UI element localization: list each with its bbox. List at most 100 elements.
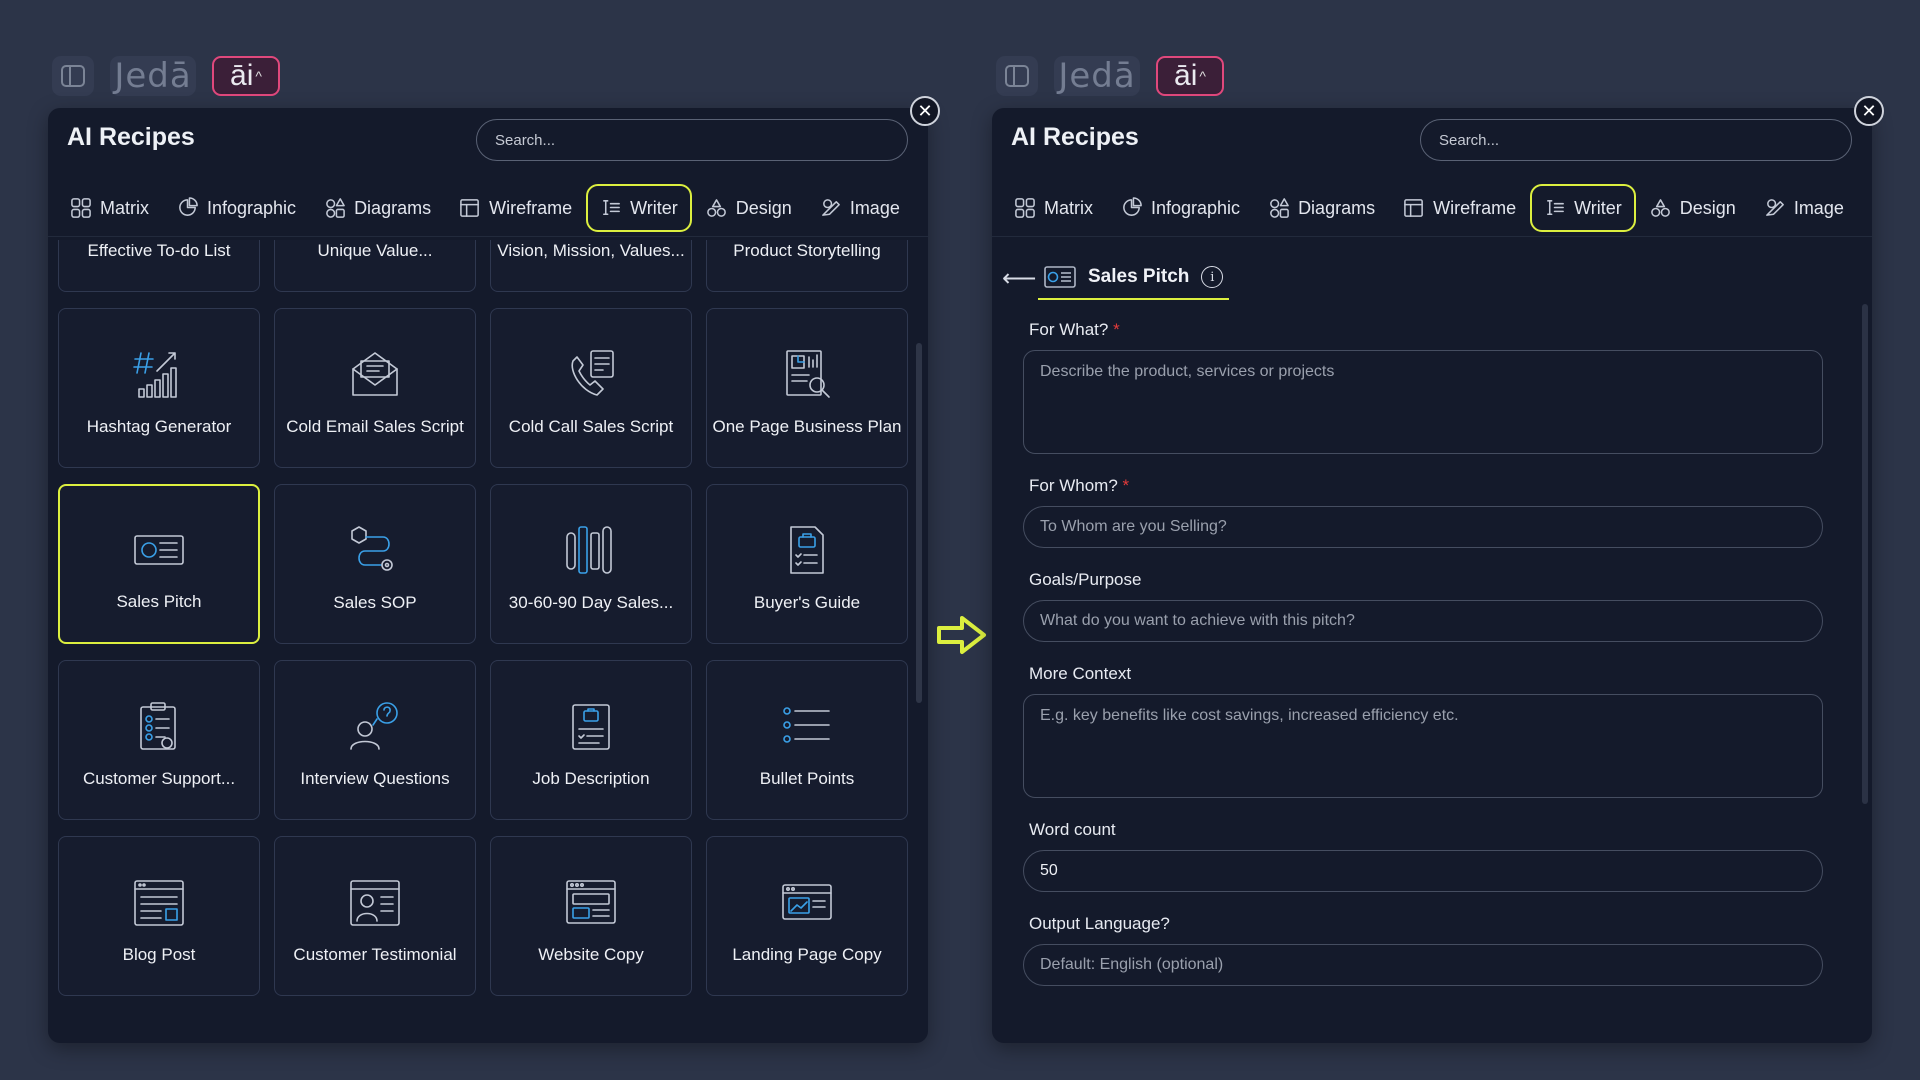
info-icon[interactable]: i xyxy=(1201,266,1224,288)
tab-label: Wireframe xyxy=(1433,197,1517,218)
recipe-label: Customer Support... xyxy=(82,769,236,788)
field-label: For Whom? * xyxy=(1029,476,1130,495)
for-whom-input[interactable]: To Whom are you Selling? xyxy=(1023,506,1823,548)
recipe-card[interactable]: One Page Business Plan xyxy=(706,308,908,468)
chevron-up-icon: ^ xyxy=(255,68,262,84)
recipe-card[interactable]: Landing Page Copy xyxy=(706,836,908,996)
field-label: Output Language? xyxy=(1029,914,1170,933)
for-what-input[interactable]: Describe the product, services or projec… xyxy=(1023,350,1823,454)
writer-icon xyxy=(1547,200,1565,215)
recipe-label: 30-60-90 Day Sales... xyxy=(508,593,674,612)
tab-label: Matrix xyxy=(100,197,149,218)
recipe-card[interactable]: Job Description xyxy=(490,660,692,820)
tab-infographic[interactable]: Infographic xyxy=(163,184,310,232)
recipe-label: Interview Questions xyxy=(300,769,450,788)
tab-matrix[interactable]: Matrix xyxy=(1000,184,1107,232)
scrollbar[interactable] xyxy=(916,343,922,703)
recipe-card[interactable]: Effective To-do List xyxy=(58,240,260,292)
sales-sop-icon xyxy=(351,526,393,571)
panel-title: AI Recipes xyxy=(67,123,195,151)
required-marker: * xyxy=(1122,476,1130,495)
search-input[interactable]: Search... xyxy=(1420,119,1852,161)
recipe-label: One Page Business Plan xyxy=(712,417,902,436)
sidebar-toggle-button[interactable] xyxy=(996,56,1038,96)
tab-label: Infographic xyxy=(207,197,297,218)
close-icon: ✕ xyxy=(917,100,933,121)
recipe-card[interactable]: Sales Pitch xyxy=(58,484,260,644)
tabs-divider xyxy=(48,236,928,237)
form-field: Output Language? Default: English (option… xyxy=(1023,914,1823,986)
recipe-card[interactable]: Cold Call Sales Script xyxy=(490,308,692,468)
panel-title: AI Recipes xyxy=(1011,123,1139,151)
tab-wireframe[interactable]: Wireframe xyxy=(445,184,586,232)
more-context-input[interactable]: E.g. key benefits like cost savings, inc… xyxy=(1023,694,1823,798)
tab-label: Infographic xyxy=(1151,197,1241,218)
recipe-grid: Effective To-do List Unique Value... Visio… xyxy=(58,240,908,996)
infographic-icon xyxy=(1123,197,1142,216)
ai-menu-button[interactable]: āi ^ xyxy=(212,56,280,96)
blog-post-icon xyxy=(134,880,184,926)
recipe-title: Sales Pitch xyxy=(1088,266,1190,287)
recipe-card[interactable]: Customer Support... xyxy=(58,660,260,820)
right-topbar: Jedā āi ^ xyxy=(996,55,1224,97)
design-icon xyxy=(706,199,726,217)
tab-diagrams[interactable]: Diagrams xyxy=(310,184,445,232)
close-button[interactable]: ✕ xyxy=(910,96,940,126)
recipe-card[interactable]: 30-60-90 Day Sales... xyxy=(490,484,692,644)
scrollbar[interactable] xyxy=(1862,304,1868,804)
word-count-input[interactable]: 50 xyxy=(1023,850,1823,892)
tab-image[interactable]: Image xyxy=(1750,184,1858,232)
tab-design[interactable]: Design xyxy=(692,184,806,232)
recipe-card[interactable]: Vision, Mission, Values... xyxy=(490,240,692,292)
required-marker: * xyxy=(1113,320,1120,339)
recipe-card[interactable]: Customer Testimonial xyxy=(274,836,476,996)
tab-wireframe[interactable]: Wireframe xyxy=(1389,184,1530,232)
landing-page-icon xyxy=(782,884,832,920)
tab-writer[interactable]: Writer xyxy=(1530,184,1636,232)
tab-label: Diagrams xyxy=(1298,197,1376,218)
recipe-card[interactable]: Bullet Points xyxy=(706,660,908,820)
close-button[interactable]: ✕ xyxy=(1854,96,1884,126)
category-tabs: Matrix Infographic Diagrams Wireframe Writer… xyxy=(56,182,914,234)
tab-design[interactable]: Design xyxy=(1636,184,1750,232)
ai-menu-button[interactable]: āi ^ xyxy=(1156,56,1224,96)
recipe-card[interactable]: Interview Questions xyxy=(274,660,476,820)
tab-label: Design xyxy=(735,197,792,218)
recipe-card[interactable]: Cold Email Sales Script xyxy=(274,308,476,468)
recipe-label: Customer Testimonial xyxy=(293,945,457,964)
tabs-divider xyxy=(992,236,1872,237)
recipe-card[interactable]: Buyer's Guide xyxy=(706,484,908,644)
tab-label: Image xyxy=(849,197,900,218)
output-language-input[interactable]: Default: English (optional) xyxy=(1023,944,1823,986)
recipe-card[interactable]: Sales SOP xyxy=(274,484,476,644)
sidebar-toggle-button[interactable] xyxy=(52,56,94,96)
goals-purpose-input[interactable]: What do you want to achieve with this pi… xyxy=(1023,600,1823,642)
bullet-list-icon xyxy=(783,707,830,743)
recipe-card[interactable]: Product Storytelling xyxy=(706,240,908,292)
recipe-card[interactable]: Website Copy xyxy=(490,836,692,996)
recipe-card[interactable]: Blog Post xyxy=(58,836,260,996)
category-tabs: Matrix Infographic Diagrams Wireframe Writer… xyxy=(1000,182,1858,234)
ai-label: āi xyxy=(230,59,254,92)
jeda-logo[interactable]: Jedā xyxy=(1054,56,1140,96)
field-label: For What? * xyxy=(1029,320,1120,339)
tab-matrix[interactable]: Matrix xyxy=(56,184,163,232)
tab-infographic[interactable]: Infographic xyxy=(1107,184,1254,232)
active-recipe-tab[interactable]: Sales Pitch i xyxy=(1038,266,1230,300)
tab-writer[interactable]: Writer xyxy=(586,184,692,232)
tab-label: Design xyxy=(1679,197,1736,218)
tab-image[interactable]: Image xyxy=(806,184,914,232)
recipe-grid-viewport: Effective To-do List Unique Value... Visio… xyxy=(48,240,916,1043)
back-arrow-icon[interactable]: ⟵ xyxy=(1002,264,1038,293)
writer-icon xyxy=(603,200,621,215)
tab-diagrams[interactable]: Diagrams xyxy=(1254,184,1389,232)
tab-label: Image xyxy=(1793,197,1844,218)
recipe-card[interactable]: Hashtag Generator xyxy=(58,308,260,468)
search-input[interactable]: Search... xyxy=(476,119,908,161)
jeda-logo[interactable]: Jedā xyxy=(110,56,196,96)
business-plan-icon xyxy=(786,350,830,398)
recipe-card[interactable]: Unique Value... xyxy=(274,240,476,292)
envelope-icon xyxy=(352,352,398,396)
left-topbar: Jedā āi ^ xyxy=(52,55,280,97)
phone-script-icon xyxy=(571,350,614,396)
